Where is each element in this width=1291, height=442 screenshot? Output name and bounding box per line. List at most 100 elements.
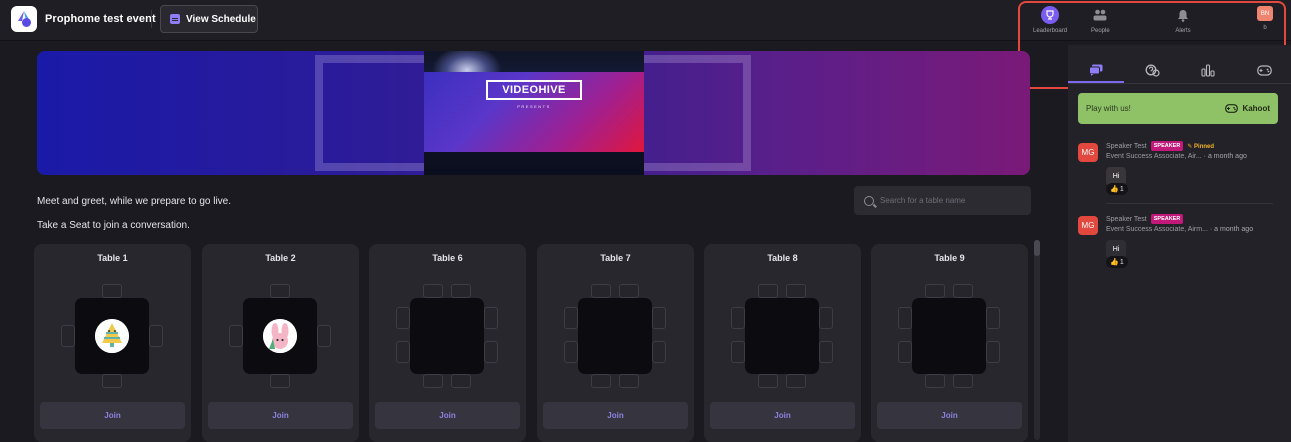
seat[interactable] <box>564 307 578 329</box>
seat[interactable] <box>731 307 745 329</box>
table-layout <box>731 280 833 392</box>
video-frame: VIDEOHIVE PRESENTS <box>424 72 644 152</box>
reaction-count: 1 <box>1119 185 1124 193</box>
seat[interactable] <box>652 341 666 363</box>
join-button[interactable]: Join <box>40 402 185 429</box>
sender-title: Event Success Associate, Airm... <box>1106 226 1208 233</box>
seat[interactable] <box>270 374 290 388</box>
seat[interactable] <box>819 307 833 329</box>
message-subtitle: Event Success Associate, Airm... · a mon… <box>1106 226 1253 233</box>
seat[interactable] <box>591 284 611 298</box>
seat[interactable] <box>953 374 973 388</box>
seat[interactable] <box>986 341 1000 363</box>
sender-name[interactable]: Speaker Test <box>1106 143 1147 150</box>
table-card: Table 7 Join <box>537 244 694 442</box>
seat[interactable] <box>758 374 778 388</box>
seat[interactable] <box>925 284 945 298</box>
avatar: MG <box>1078 143 1098 162</box>
side-tabs <box>1068 57 1291 83</box>
seat[interactable] <box>591 374 611 388</box>
seat[interactable] <box>317 325 331 347</box>
seat[interactable] <box>484 307 498 329</box>
message-time: · a month ago <box>1209 226 1254 233</box>
yellow-tree-avatar[interactable] <box>95 319 129 353</box>
seat[interactable] <box>925 374 945 388</box>
view-schedule-button[interactable]: View Schedule <box>160 5 258 33</box>
join-button[interactable]: Join <box>208 402 353 429</box>
seat[interactable] <box>423 284 443 298</box>
seat[interactable] <box>619 374 639 388</box>
thumbs-up-icon: 👍 <box>1110 186 1119 193</box>
table-surface <box>410 298 484 374</box>
search-icon <box>864 195 874 206</box>
seat[interactable] <box>396 307 410 329</box>
join-button[interactable]: Join <box>375 402 520 429</box>
logo-icon <box>18 11 31 27</box>
chat-icon <box>1089 64 1103 76</box>
seat[interactable] <box>149 325 163 347</box>
reaction-chip[interactable]: 👍 1 <box>1106 256 1128 268</box>
tab-chat[interactable] <box>1068 57 1124 83</box>
seat[interactable] <box>819 341 833 363</box>
join-button[interactable]: Join <box>710 402 855 429</box>
seat[interactable] <box>953 284 973 298</box>
calendar-icon <box>170 14 180 24</box>
tab-polls[interactable] <box>1180 57 1236 83</box>
message-subtitle: Event Success Associate, Air... · a mont… <box>1106 153 1247 160</box>
kahoot-banner[interactable]: Play with us! Kahoot <box>1078 93 1278 124</box>
join-button[interactable]: Join <box>877 402 1022 429</box>
table-surface <box>912 298 986 374</box>
intro-text: Meet and greet, while we prepare to go l… <box>37 196 231 207</box>
seat[interactable] <box>786 284 806 298</box>
seat[interactable] <box>898 307 912 329</box>
video-subtitle: PRESENTS <box>517 104 551 109</box>
seat[interactable] <box>986 307 1000 329</box>
table-card: Table 6 Join <box>369 244 526 442</box>
seat[interactable] <box>652 307 666 329</box>
seat[interactable] <box>102 284 122 298</box>
seat[interactable] <box>731 341 745 363</box>
bunny-avatar[interactable] <box>263 319 297 353</box>
scrollbar[interactable] <box>1034 240 1040 440</box>
message-time: · a month ago <box>1203 153 1247 160</box>
app-logo[interactable] <box>11 6 37 32</box>
seat[interactable] <box>61 325 75 347</box>
table-name: Table 9 <box>934 253 965 263</box>
message-divider <box>1106 203 1273 204</box>
intro-subtext: Take a Seat to join a conversation. <box>37 220 190 231</box>
scrollbar-thumb[interactable] <box>1034 240 1040 256</box>
seat[interactable] <box>786 374 806 388</box>
tab-games[interactable] <box>1236 57 1291 83</box>
sender-name[interactable]: Speaker Test <box>1106 216 1147 223</box>
video-player[interactable]: VIDEOHIVE PRESENTS <box>424 51 644 175</box>
side-panel: Play with us! Kahoot MG Speaker Test SPE… <box>1068 45 1291 442</box>
polls-icon <box>1201 63 1215 77</box>
seat[interactable] <box>758 284 778 298</box>
kahoot-text: Play with us! <box>1086 104 1131 113</box>
table-search[interactable] <box>854 186 1031 215</box>
seat[interactable] <box>102 374 122 388</box>
reaction-chip[interactable]: 👍 1 <box>1106 183 1128 195</box>
seat[interactable] <box>396 341 410 363</box>
event-title: Prophome test event <box>45 13 156 25</box>
gamepad-icon <box>1225 104 1239 113</box>
table-layout <box>396 280 498 392</box>
table-surface <box>75 298 149 374</box>
seat[interactable] <box>898 341 912 363</box>
seat[interactable] <box>484 341 498 363</box>
table-layout <box>898 280 1000 392</box>
seat[interactable] <box>451 284 471 298</box>
table-name: Table 6 <box>432 253 463 263</box>
seat[interactable] <box>451 374 471 388</box>
table-name: Table 2 <box>265 253 296 263</box>
seat[interactable] <box>229 325 243 347</box>
tab-qa[interactable] <box>1124 57 1180 83</box>
seat[interactable] <box>564 341 578 363</box>
join-button[interactable]: Join <box>543 402 688 429</box>
seat[interactable] <box>423 374 443 388</box>
sender-title: Event Success Associate, Air... <box>1106 153 1202 160</box>
seat[interactable] <box>619 284 639 298</box>
seat[interactable] <box>270 284 290 298</box>
table-card: Table 8 Join <box>704 244 861 442</box>
search-input[interactable] <box>880 196 1020 205</box>
